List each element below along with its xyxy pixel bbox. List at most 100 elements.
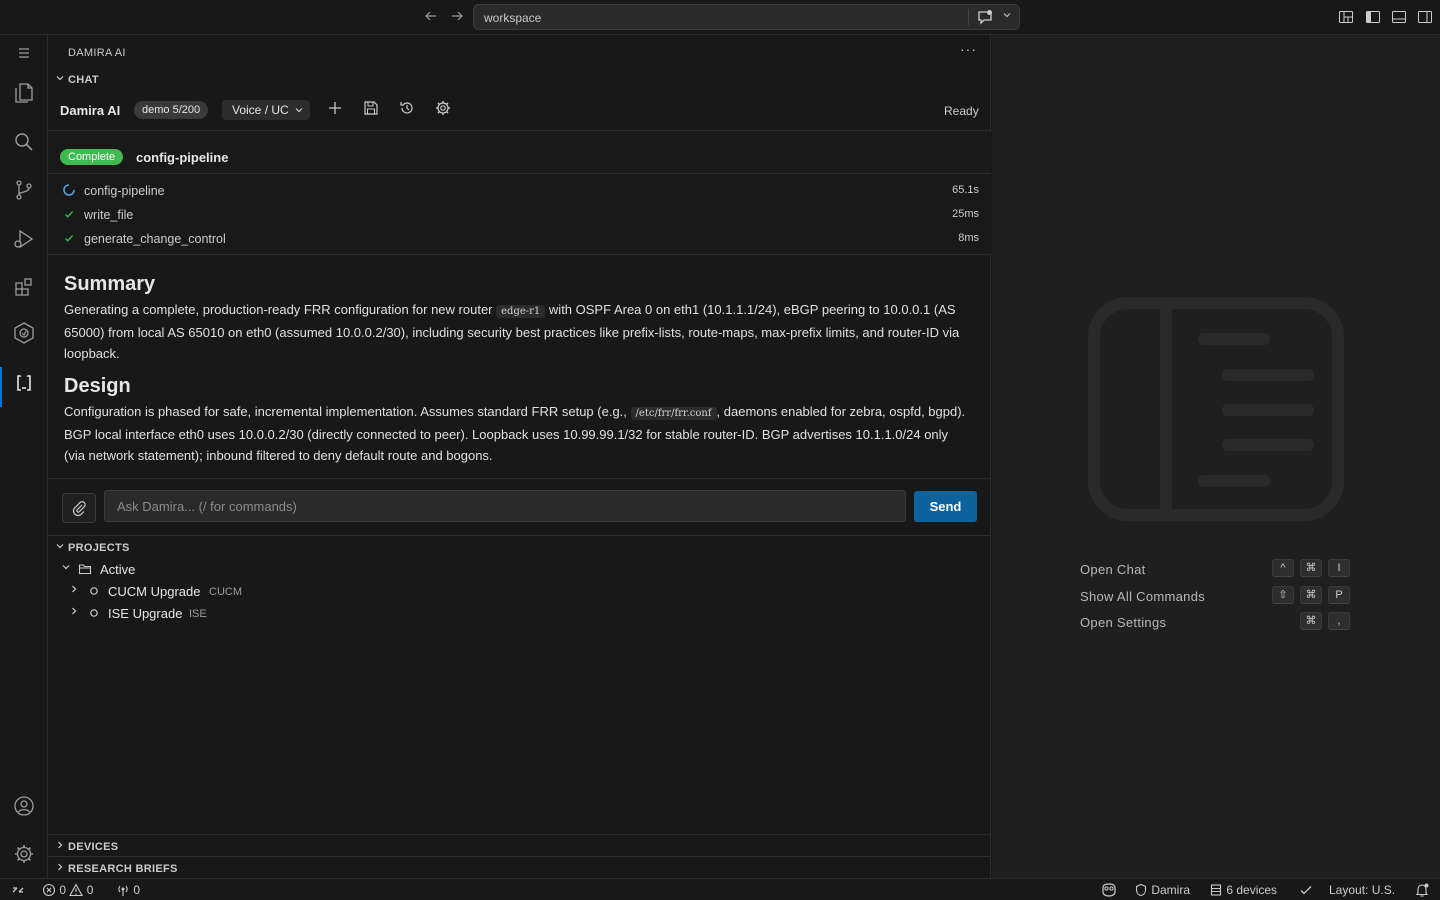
history-icon[interactable] <box>398 99 416 117</box>
menu-icon[interactable] <box>12 41 36 65</box>
new-chat-icon[interactable] <box>326 99 344 117</box>
devices-status[interactable]: 6 devices <box>1209 882 1277 898</box>
project-label: CUCM Upgrade <box>108 584 201 599</box>
run-step[interactable]: generate_change_control 8ms <box>48 227 991 251</box>
chevron-down-icon[interactable] <box>1002 10 1012 23</box>
devices-section-title: DEVICES <box>68 841 119 853</box>
save-icon[interactable] <box>362 99 380 117</box>
ports-indicator[interactable]: 0 <box>116 882 140 898</box>
chevron-right-icon <box>68 606 80 619</box>
step-label: config-pipeline <box>84 184 165 198</box>
notifications-bell-icon[interactable] <box>1414 882 1430 898</box>
projects-section-title: PROJECTS <box>68 542 130 554</box>
devices-section-header[interactable]: DEVICES <box>48 834 991 856</box>
chat-section-header[interactable]: CHAT <box>52 73 99 86</box>
demo-usage-badge: demo 5/200 <box>134 101 209 119</box>
projects-section-header[interactable]: PROJECTS <box>52 541 130 554</box>
error-icon <box>42 883 56 897</box>
warning-count: 0 <box>86 883 94 897</box>
chat-status: Ready <box>944 104 979 118</box>
mode-select[interactable]: Voice / UC <box>222 100 310 120</box>
shortcut-open-settings[interactable]: Open Settings ⌘ , <box>1080 612 1360 634</box>
circle-status-icon <box>87 584 101 598</box>
chat-response: Summary Generating a complete, productio… <box>48 256 991 478</box>
key-cap: I <box>1328 559 1350 577</box>
chat-toolbar: Damira AI demo 5/200 Voice / UC Ready <box>48 95 991 131</box>
problems-indicator[interactable]: 0 0 <box>42 882 93 898</box>
project-group[interactable]: Active <box>48 558 991 580</box>
step-duration: 25ms <box>952 208 979 220</box>
shortcut-open-chat[interactable]: Open Chat ^ ⌘ I <box>1080 559 1360 581</box>
toggle-panel-icon[interactable] <box>1391 9 1407 25</box>
run-step[interactable]: write_file 25ms <box>48 203 991 227</box>
panel-title: DAMIRA AI <box>68 47 126 59</box>
command-center-text: workspace <box>484 11 542 25</box>
toggle-secondary-sidebar-icon[interactable] <box>1417 9 1433 25</box>
send-button[interactable]: Send <box>914 491 977 522</box>
check-icon <box>62 207 76 221</box>
research-section-row: RESEARCH BRIEFS <box>52 862 178 875</box>
check-icon[interactable] <box>1298 882 1314 898</box>
activity-bar <box>0 35 48 878</box>
project-item[interactable]: CUCM Upgrade CUCM <box>48 580 991 602</box>
key-cap: P <box>1328 586 1350 604</box>
ports-count: 0 <box>133 883 141 897</box>
copilot-icon[interactable] <box>1100 882 1118 898</box>
folder-open-icon <box>78 562 92 576</box>
remote-icon[interactable] <box>10 882 26 898</box>
chevron-down-icon <box>52 73 68 86</box>
account-icon[interactable] <box>12 794 36 818</box>
research-briefs-section-header[interactable]: RESEARCH BRIEFS <box>48 856 991 878</box>
shortcut-label: Show All Commands <box>1080 589 1206 604</box>
server-icon <box>1209 883 1223 897</box>
run-header: Complete config-pipeline <box>48 132 991 174</box>
editor-watermark-logo <box>1088 297 1344 521</box>
project-group-label: Active <box>100 562 136 577</box>
source-control-icon[interactable] <box>12 178 36 202</box>
explorer-icon[interactable] <box>12 81 36 105</box>
run-name: config-pipeline <box>136 150 229 165</box>
key-cap: ^ <box>1272 559 1294 577</box>
settings-gear-icon[interactable] <box>12 842 36 866</box>
keyboard-layout[interactable]: Layout: U.S. <box>1329 882 1395 898</box>
inline-code: /etc/frr/frr.conf <box>630 407 717 420</box>
chat-section-title: CHAT <box>68 74 99 86</box>
shortcut-label: Open Chat <box>1080 562 1146 577</box>
chevron-right-icon <box>68 584 80 597</box>
chat-bubble-icon[interactable] <box>976 8 994 26</box>
design-heading: Design <box>64 375 131 397</box>
chevron-down-icon <box>60 562 72 575</box>
summary-heading: Summary <box>64 273 156 295</box>
customize-layout-icon[interactable] <box>1338 9 1354 25</box>
design-text: Configuration is phased for safe, increm… <box>64 401 969 466</box>
arrow-right-icon[interactable] <box>448 8 466 26</box>
project-tag: ISE <box>189 608 207 620</box>
run-debug-icon[interactable] <box>12 227 36 251</box>
project-tag: CUCM <box>209 586 242 598</box>
arrow-left-icon[interactable] <box>422 8 440 26</box>
more-actions-icon[interactable]: ··· <box>960 41 977 57</box>
inline-code: edge-r1 <box>496 305 546 318</box>
key-cap: ⌘ <box>1300 612 1322 630</box>
command-center[interactable]: workspace <box>473 4 1020 30</box>
account-label: Damira <box>1151 883 1191 897</box>
attach-button[interactable] <box>62 493 96 523</box>
summary-text: Generating a complete, production-ready … <box>64 299 969 364</box>
key-cap: ⇧ <box>1272 586 1294 604</box>
paperclip-icon <box>71 500 87 519</box>
project-item[interactable]: ISE Upgrade ISE <box>48 602 991 624</box>
shortcut-show-all-commands[interactable]: Show All Commands ⇧ ⌘ P <box>1080 586 1360 608</box>
project-label: ISE Upgrade <box>108 606 183 621</box>
shield-icon <box>1134 883 1148 897</box>
account-status[interactable]: Damira <box>1134 882 1190 898</box>
damira-icon[interactable] <box>12 321 36 345</box>
ask-input[interactable] <box>104 490 906 522</box>
toggle-primary-sidebar-icon[interactable] <box>1365 9 1381 25</box>
bracket-icon[interactable] <box>12 371 36 395</box>
chat-settings-gear-icon[interactable] <box>434 99 452 117</box>
search-icon[interactable] <box>12 130 36 154</box>
title-bar: workspace <box>0 0 1440 35</box>
run-step[interactable]: config-pipeline 65.1s <box>48 179 991 203</box>
extensions-icon[interactable] <box>12 275 36 299</box>
summary-text-part: Generating a complete, production-ready … <box>64 302 493 317</box>
